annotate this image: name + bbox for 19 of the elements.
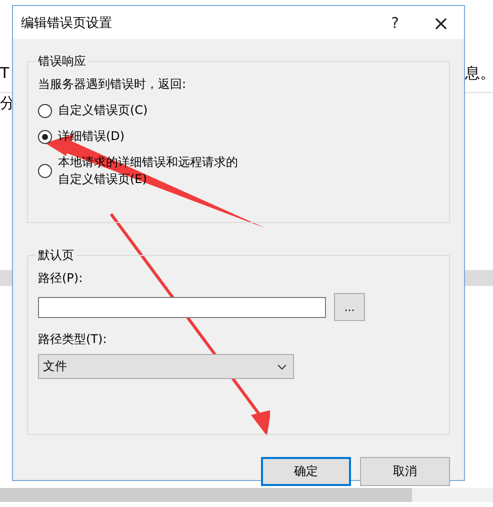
background-text: 息。: [465, 64, 493, 83]
radio-button[interactable]: [38, 164, 52, 178]
window-title: 编辑错误页设置: [21, 14, 113, 32]
background-text: T: [0, 64, 10, 82]
path-label: 路径(P):: [38, 270, 84, 287]
radio-label[interactable]: 自定义错误页(C): [58, 102, 148, 119]
chevron-down-icon: [277, 364, 287, 370]
horizontal-scrollbar[interactable]: [0, 488, 493, 502]
radio-button[interactable]: [38, 104, 52, 118]
group-title: 默认页: [37, 247, 75, 264]
cancel-button[interactable]: 取消: [360, 457, 450, 486]
path-type-label: 路径类型(T):: [38, 331, 108, 348]
browse-button[interactable]: ...: [334, 293, 365, 321]
group-title: 错误响应: [37, 53, 87, 70]
path-input-field[interactable]: [38, 296, 326, 318]
prompt-text: 当服务器遇到错误时，返回:: [38, 76, 188, 93]
path-type-dropdown[interactable]: 文件: [38, 354, 294, 379]
radio-button[interactable]: [38, 130, 52, 144]
ok-button[interactable]: 确定: [261, 457, 351, 486]
